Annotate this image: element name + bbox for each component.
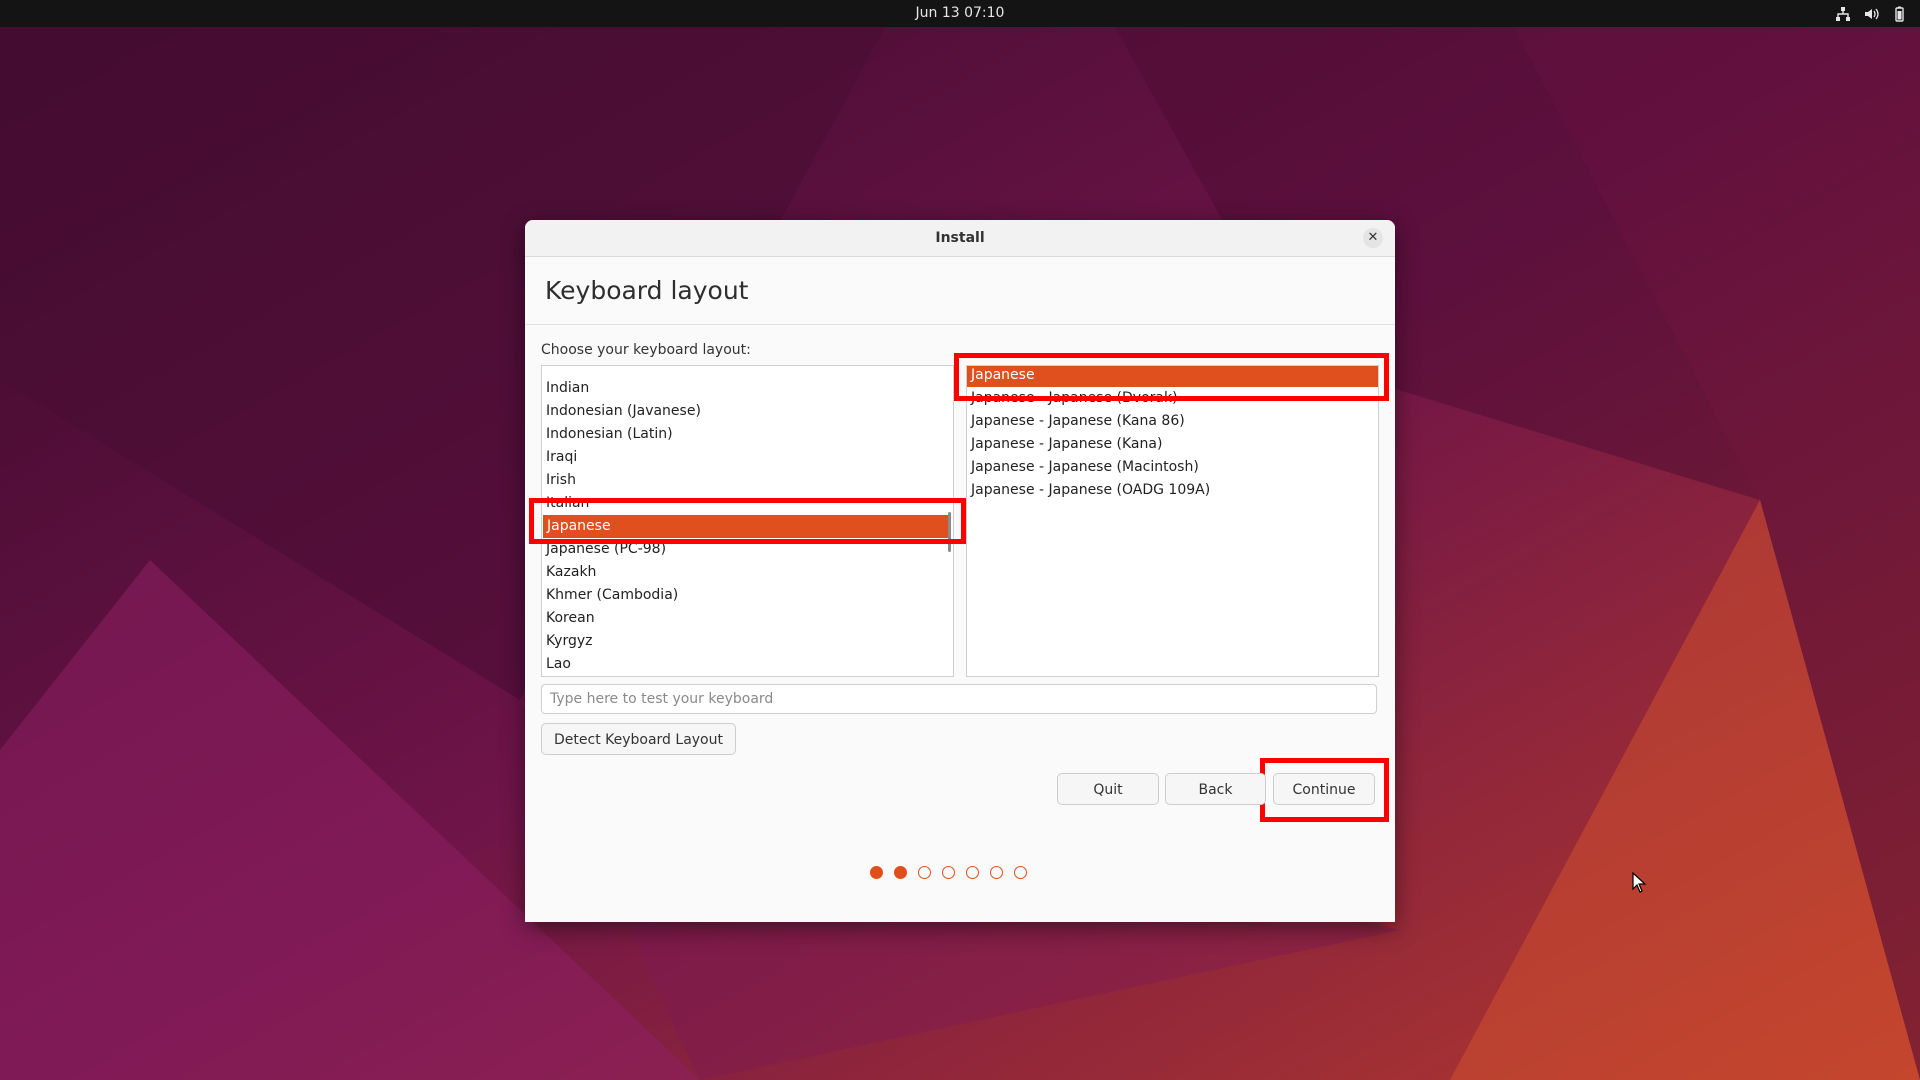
progress-dot (942, 866, 955, 879)
page-title: Keyboard layout (545, 276, 749, 305)
progress-dot (870, 866, 883, 879)
clock[interactable]: Jun 13 07:10 (0, 0, 1920, 27)
variant-item[interactable]: Japanese - Japanese (Kana) (967, 433, 1378, 456)
detect-layout-button[interactable]: Detect Keyboard Layout (541, 723, 736, 755)
network-icon[interactable] (1834, 5, 1852, 23)
title-bar[interactable]: Install ✕ (525, 220, 1395, 257)
progress-dot (894, 866, 907, 879)
list-item[interactable]: Indian (542, 377, 953, 400)
list-item[interactable]: Kyrgyz (542, 630, 953, 653)
highlight-box-variant (954, 353, 1389, 401)
variant-item[interactable]: Japanese - Japanese (OADG 109A) (967, 479, 1378, 502)
progress-dot (918, 866, 931, 879)
list-item[interactable]: Irish (542, 469, 953, 492)
list-item[interactable]: Iraqi (542, 446, 953, 469)
volume-icon[interactable] (1862, 5, 1880, 23)
quit-button[interactable]: Quit (1057, 773, 1159, 805)
list-item[interactable]: Indonesian (Latin) (542, 423, 953, 446)
continue-button[interactable]: Continue (1273, 773, 1375, 805)
variant-item[interactable]: Japanese - Japanese (Macintosh) (967, 456, 1378, 479)
list-item[interactable]: Indonesian (Javanese) (542, 400, 953, 423)
divider (525, 324, 1395, 325)
progress-dots (870, 866, 1027, 879)
close-icon: ✕ (1367, 230, 1379, 245)
close-button[interactable]: ✕ (1363, 228, 1383, 248)
top-bar: Jun 13 07:10 (0, 0, 1920, 27)
variant-item[interactable]: Japanese - Japanese (Kana 86) (967, 410, 1378, 433)
progress-dot (1014, 866, 1027, 879)
keyboard-test-input[interactable] (541, 684, 1377, 714)
highlight-box-layout (529, 498, 966, 544)
window-title: Install (935, 230, 985, 246)
mouse-cursor-icon (1632, 872, 1647, 893)
system-tray[interactable] (1834, 0, 1908, 27)
back-button[interactable]: Back (1165, 773, 1266, 805)
layout-prompt: Choose your keyboard layout: (541, 342, 751, 358)
list-item[interactable]: Korean (542, 607, 953, 630)
list-item[interactable]: Lao (542, 653, 953, 676)
list-item[interactable]: Kazakh (542, 561, 953, 584)
list-item[interactable]: Khmer (Cambodia) (542, 584, 953, 607)
progress-dot (966, 866, 979, 879)
battery-icon[interactable] (1890, 5, 1908, 23)
progress-dot (990, 866, 1003, 879)
installer-window: Install ✕ Keyboard layout Choose your ke… (525, 220, 1395, 922)
variant-list[interactable]: Japanese Japanese - Japanese (Dvorak) Ja… (966, 365, 1379, 677)
